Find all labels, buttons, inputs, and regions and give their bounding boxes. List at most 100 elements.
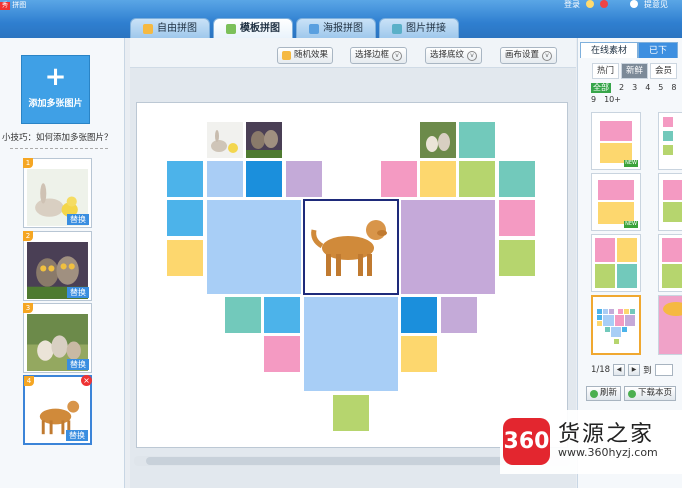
next-page-button[interactable]: ▶	[628, 364, 641, 376]
template-thumbnail[interactable]: NEW	[591, 173, 641, 231]
page-input[interactable]	[654, 364, 673, 376]
filter-vip[interactable]: 会员	[650, 63, 678, 79]
replace-button[interactable]: 替换	[66, 430, 88, 441]
empty-tile[interactable]	[381, 161, 417, 197]
select-background-button[interactable]: 选择底纹 v	[425, 47, 483, 64]
collage-canvas[interactable]	[136, 102, 568, 448]
feedback-link[interactable]: 提意见	[644, 0, 668, 9]
watermark-logo: 360	[503, 418, 550, 465]
app-logo: 秀 拼图	[0, 1, 27, 10]
divider	[10, 148, 108, 149]
empty-tile-large[interactable]	[304, 297, 398, 391]
empty-tile[interactable]	[225, 297, 261, 333]
empty-tile-large[interactable]	[207, 200, 301, 294]
tip-link[interactable]: 小技巧：如何添加多张图片？	[2, 131, 113, 143]
photo-tile-rabbit[interactable]	[207, 122, 243, 158]
add-images-label: 添加多张图片	[28, 99, 83, 109]
prev-page-button[interactable]: ◀	[613, 364, 626, 376]
tab-online-materials[interactable]: 在线素材	[580, 42, 639, 58]
empty-tile[interactable]	[246, 161, 282, 197]
canvas-settings-button[interactable]: 画布设置 v	[500, 47, 558, 64]
empty-tile[interactable]	[333, 395, 369, 431]
user-icon[interactable]	[586, 0, 594, 8]
empty-tile-large[interactable]	[401, 200, 495, 294]
image-list-panel: + 添加多张图片 小技巧：如何添加多张图片？ 1 替换 2 替换 3 替换 4 …	[0, 38, 125, 488]
filter-hot[interactable]: 热门	[592, 63, 620, 79]
empty-tile[interactable]	[167, 161, 203, 197]
count-option[interactable]: 5	[658, 83, 663, 93]
select-border-button[interactable]: 选择边框 v	[350, 47, 408, 64]
count-option[interactable]: 10+	[604, 95, 621, 105]
download-icon	[628, 389, 637, 398]
random-effect-button[interactable]: 随机效果	[277, 47, 334, 64]
empty-tile[interactable]	[207, 161, 243, 197]
count-option[interactable]: 4	[645, 83, 650, 93]
count-option[interactable]: 8	[671, 83, 676, 93]
empty-tile[interactable]	[264, 297, 300, 333]
feedback-icon	[630, 0, 638, 8]
empty-tile[interactable]	[459, 122, 495, 158]
filter-new[interactable]: 新鲜	[621, 63, 649, 79]
weibo-icon[interactable]	[600, 0, 608, 8]
photo-tile-owls[interactable]	[246, 122, 282, 158]
empty-tile[interactable]	[499, 240, 535, 276]
empty-tile[interactable]	[499, 161, 535, 197]
template-thumbnail[interactable]	[658, 234, 682, 292]
refresh-button[interactable]: 刷新	[586, 386, 622, 401]
photo-tile-kittens[interactable]	[420, 122, 456, 158]
empty-tile[interactable]	[401, 297, 437, 333]
login-link[interactable]: 登录	[564, 0, 580, 9]
empty-tile[interactable]	[167, 200, 203, 236]
tab-image-stitch[interactable]: 图片拼接	[379, 18, 459, 38]
app-name: 拼图	[12, 1, 27, 9]
thumbnail-number: 3	[23, 303, 33, 313]
empty-tile[interactable]	[167, 240, 203, 276]
goto-label: 到	[643, 366, 652, 376]
count-option[interactable]: 9	[591, 95, 596, 105]
replace-button[interactable]: 替换	[67, 214, 89, 225]
replace-button[interactable]: 替换	[67, 359, 89, 370]
empty-tile[interactable]	[420, 161, 456, 197]
empty-tile[interactable]	[401, 336, 437, 372]
free-collage-icon	[143, 23, 153, 34]
scrollbar-thumb[interactable]	[146, 457, 532, 465]
download-page-button[interactable]: 下载本页	[624, 386, 677, 401]
image-thumbnail[interactable]: 3 替换	[23, 303, 92, 373]
template-thumbnail[interactable]: NEW	[591, 112, 641, 170]
empty-tile[interactable]	[441, 297, 477, 333]
chevron-down-icon: v	[467, 50, 478, 61]
template-thumbnail-heart-selected[interactable]	[591, 295, 641, 355]
add-images-button[interactable]: + 添加多张图片	[21, 55, 90, 124]
image-thumbnail[interactable]: 2 替换	[23, 231, 92, 301]
canvas-toolbar: 随机效果 选择边框 v 选择底纹 v 画布设置 v	[130, 38, 576, 68]
tab-downloaded[interactable]: 已下	[638, 42, 679, 58]
empty-tile[interactable]	[264, 336, 300, 372]
tab-free-collage[interactable]: 自由拼图	[130, 18, 210, 38]
refresh-icon	[590, 389, 598, 398]
thumbnail-number: 4	[24, 376, 34, 386]
empty-tile[interactable]	[459, 161, 495, 197]
template-thumbnail[interactable]	[591, 234, 641, 292]
empty-tile[interactable]	[499, 200, 535, 236]
empty-tile[interactable]	[286, 161, 322, 197]
image-thumbnail[interactable]: 4 × 替换	[23, 375, 92, 445]
watermark-name: 货源之家	[558, 422, 655, 447]
photo-tile-dog-selected[interactable]	[303, 199, 399, 295]
thumbnail-number: 2	[23, 231, 33, 241]
image-thumbnail[interactable]: 1 替换	[23, 158, 92, 228]
template-thumbnail[interactable]	[658, 295, 682, 355]
count-option[interactable]: 2	[619, 83, 624, 93]
template-collage-icon	[226, 23, 236, 34]
tab-poster-collage[interactable]: 海报拼图	[296, 18, 376, 38]
template-thumbnail[interactable]	[658, 112, 682, 170]
delete-icon[interactable]: ×	[81, 375, 92, 386]
plus-icon: +	[44, 62, 67, 92]
count-option[interactable]: 3	[632, 83, 637, 93]
tab-template-collage[interactable]: 模板拼图	[213, 18, 293, 38]
image-count-filter: 全部 2 3 4 5 8 9 10+	[591, 83, 682, 105]
image-stitch-icon	[392, 23, 402, 34]
template-thumbnail[interactable]	[658, 173, 682, 231]
count-all[interactable]: 全部	[591, 83, 611, 93]
replace-button[interactable]: 替换	[67, 287, 89, 298]
new-badge: NEW	[624, 221, 638, 228]
